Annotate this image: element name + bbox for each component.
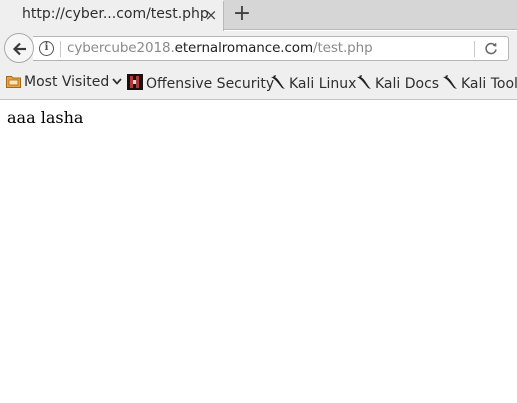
back-arrow-icon <box>12 42 26 56</box>
bookmarks-toolbar: Most Visited Offensive Security Kali Lin… <box>0 66 517 100</box>
kali-dragon-icon <box>357 75 371 89</box>
reload-icon[interactable] <box>483 40 499 56</box>
bookmark-label: Most Visited <box>24 74 110 90</box>
page-body-text: aaa lasha <box>7 108 84 127</box>
bookmark-kali-linux[interactable]: Kali Linux <box>270 74 356 92</box>
close-tab-icon[interactable]: × <box>203 6 219 24</box>
url-divider-right <box>474 41 475 57</box>
url-text[interactable]: cybercube2018.eternalromance.com/test.ph… <box>67 40 373 56</box>
new-tab-button[interactable]: + <box>231 2 253 26</box>
kali-dragon-icon <box>271 75 285 89</box>
bookmark-kali-docs[interactable]: Kali Docs <box>356 74 439 92</box>
bookmark-label: Kali Linux <box>289 76 357 92</box>
url-divider <box>60 41 61 57</box>
tab-title: http://cyber...com/test.php <box>22 6 209 22</box>
bookmark-most-visited[interactable]: Most Visited <box>6 74 122 92</box>
bookmark-kali-tools[interactable]: Kali Tools <box>442 74 517 92</box>
bookmark-label: Kali Docs <box>375 76 440 92</box>
kali-dragon-icon <box>443 75 457 89</box>
tab-strip: http://cyber...com/test.php × + <box>0 0 517 31</box>
page-content: aaa lasha <box>0 101 517 403</box>
url-bar[interactable]: i cybercube2018.eternalromance.com/test.… <box>33 36 509 61</box>
active-tab[interactable]: http://cyber...com/test.php × <box>0 0 224 31</box>
url-domain: eternalromance.com <box>174 40 313 56</box>
navigation-bar: i cybercube2018.eternalromance.com/test.… <box>0 31 517 66</box>
chevron-down-icon <box>112 78 122 85</box>
bookmark-label: Offensive Security <box>146 76 275 92</box>
info-icon[interactable]: i <box>39 41 54 56</box>
offsec-icon <box>127 74 143 90</box>
folder-icon <box>6 76 21 88</box>
back-button[interactable] <box>4 33 34 63</box>
url-path: /test.php <box>313 40 373 56</box>
url-subdomain: cybercube2018. <box>67 40 175 56</box>
bookmark-label: Kali Tools <box>461 76 517 92</box>
bookmark-offensive-security[interactable]: Offensive Security <box>127 74 274 92</box>
